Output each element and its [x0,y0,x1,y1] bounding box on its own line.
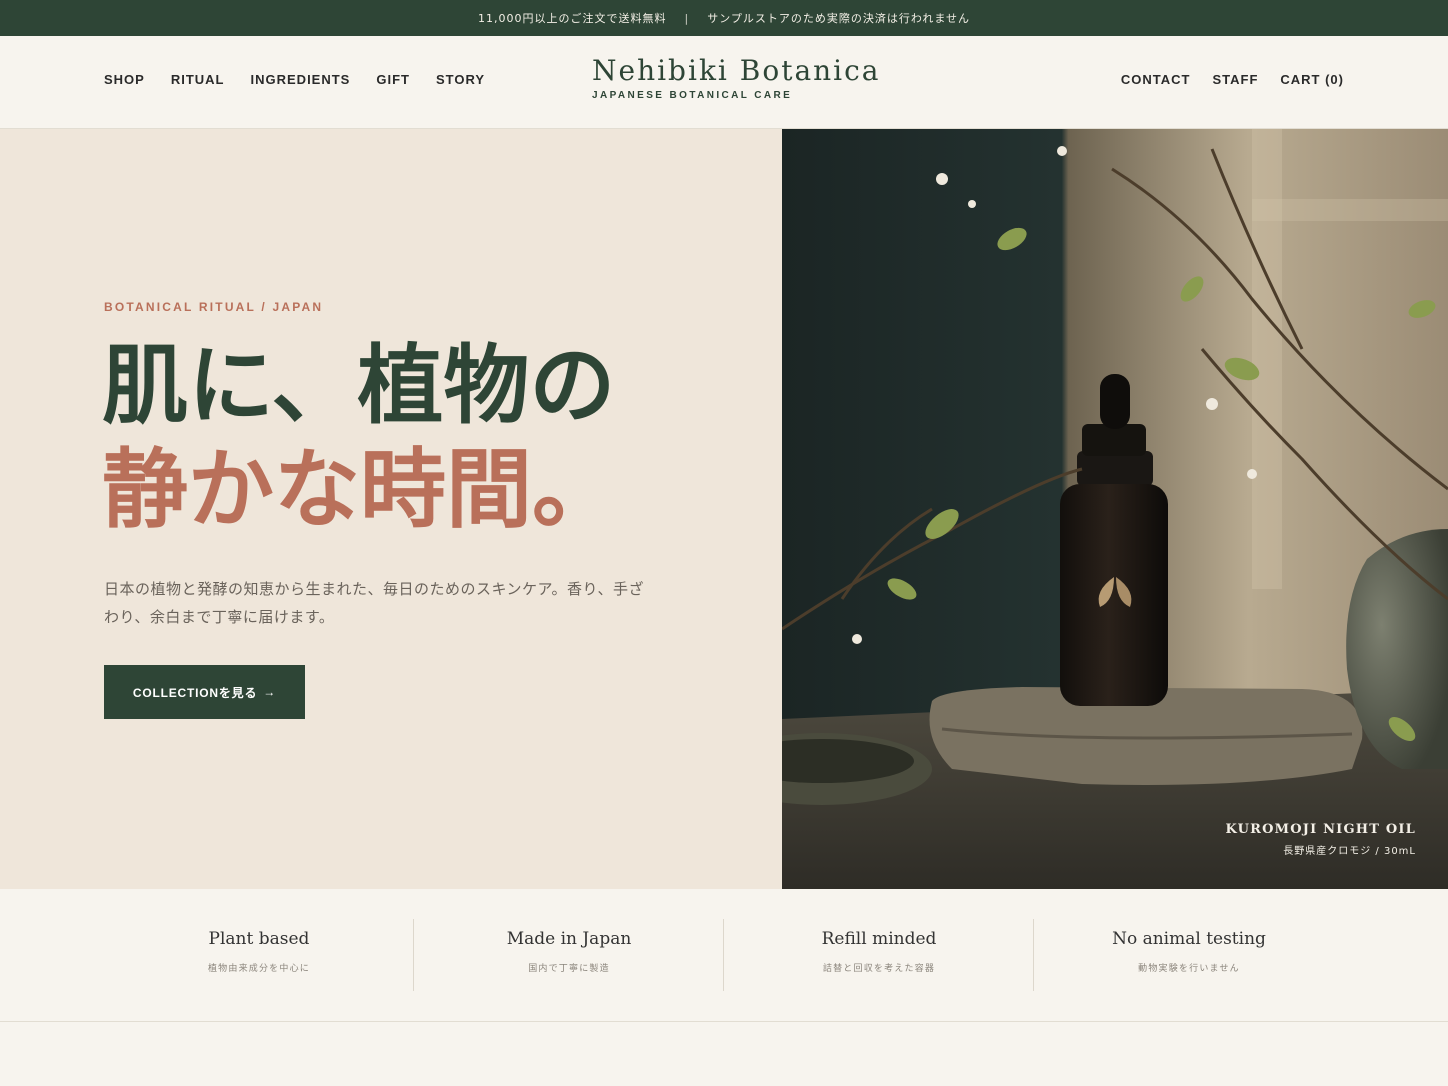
product-name: KUROMOJI NIGHT OIL [1225,822,1416,837]
hero-headline: 肌に、植物の 静かな時間。 [102,334,618,542]
nav-contact[interactable]: CONTACT [1121,72,1191,87]
feature-title: No animal testing [1112,929,1266,949]
hero-text-panel: BOTANICAL RITUAL / JAPAN 肌に、植物の 静かな時間。 日… [0,129,782,889]
feature-strip: Plant based 植物由来成分を中心に Made in Japan 国内で… [0,889,1448,1022]
collection-button-label: COLLECTIONを見る [132,685,258,700]
headline-line-1: 肌に、植物の [102,335,616,436]
nav-gift[interactable]: GIFT [376,72,410,87]
headline-line-2: 静かな時間。 [102,439,618,540]
primary-nav: SHOP RITUAL INGREDIENTS GIFT STORY [104,72,485,87]
feature-no-animal-testing: No animal testing 動物実験を行いません [1034,919,1344,991]
hero-description: 日本の植物と発酵の知恵から生まれた、毎日のためのスキンケア。香り、手ざわり、余白… [104,580,644,626]
shipping-notice: 11,000円以上のご注文で送料無料 [477,12,667,25]
feature-subtitle: 詰替と回収を考えた容器 [822,964,936,974]
nav-cart[interactable]: CART (0) [1280,72,1344,87]
hero-product-image: KUROMOJI NIGHT OIL 長野県産クロモジ / 30mL [782,129,1448,889]
feature-made-in-japan: Made in Japan 国内で丁寧に製造 [414,919,724,991]
feature-title: Refill minded [821,929,937,949]
announcement-separator: | [684,11,690,25]
brand-logo[interactable]: Nehibiki Botanica JAPANESE BOTANICAL CAR… [592,54,881,101]
nav-shop[interactable]: SHOP [104,72,145,87]
collection-button[interactable]: COLLECTIONを見る → [104,665,305,719]
arrow-right-icon: → [263,685,277,699]
feature-subtitle: 国内で丁寧に製造 [528,964,610,974]
product-meta: 長野県産クロモジ / 30mL [1283,846,1416,857]
site-header: SHOP RITUAL INGREDIENTS GIFT STORY Nehib… [0,36,1448,129]
nav-ingredients[interactable]: INGREDIENTS [251,72,351,87]
announcement-bar: 11,000円以上のご注文で送料無料 | サンプルストアのため実際の決済は行われ… [0,0,1448,36]
nav-story[interactable]: STORY [436,72,485,87]
payment-notice: サンプルストアのため実際の決済は行われません [707,12,970,25]
product-caption: KUROMOJI NIGHT OIL 長野県産クロモジ / 30mL [1226,822,1416,857]
nav-ritual[interactable]: RITUAL [171,72,225,87]
feature-title: Made in Japan [506,929,632,949]
brand-tagline: JAPANESE BOTANICAL CARE [592,90,793,101]
nav-staff[interactable]: STAFF [1212,72,1258,87]
feature-plant-based: Plant based 植物由来成分を中心に [104,919,414,991]
feature-subtitle: 植物由来成分を中心に [207,964,310,974]
utility-nav: CONTACT STAFF CART (0) [1121,72,1344,87]
feature-refill-minded: Refill minded 詰替と回収を考えた容器 [724,919,1034,991]
product-scene-illustration [782,129,1448,889]
brand-name: Nehibiki Botanica [592,54,881,87]
feature-subtitle: 動物実験を行いません [1138,964,1240,974]
hero-eyebrow: BOTANICAL RITUAL / JAPAN [104,300,324,314]
feature-title: Plant based [208,929,310,949]
